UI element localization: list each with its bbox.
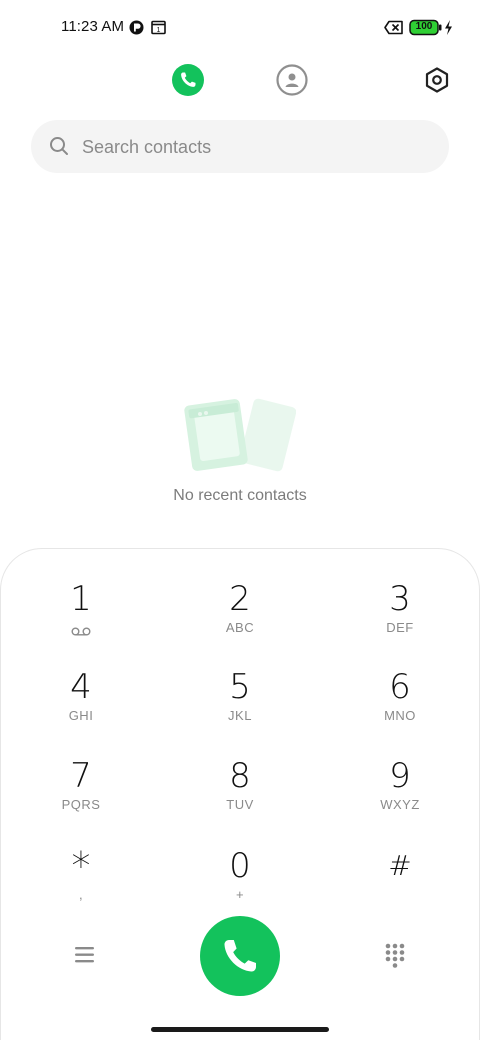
charging-icon	[444, 20, 453, 40]
key-letters: DEF	[386, 620, 414, 635]
status-time: 11:23 AM	[61, 18, 125, 35]
home-indicator[interactable]	[151, 1027, 329, 1032]
search-icon	[49, 136, 69, 161]
empty-contacts-illustration	[184, 396, 297, 479]
key-letters: JKL	[228, 708, 252, 723]
key-letters: MNO	[384, 708, 416, 723]
key-digit: 7	[70, 756, 92, 796]
pinwheel-icon	[129, 20, 144, 40]
key-digit: 8	[229, 756, 251, 796]
settings-button[interactable]	[420, 63, 454, 97]
key-2[interactable]: 2 ABC	[160, 579, 320, 667]
phone-icon	[172, 64, 204, 96]
status-bar: 11:23 AM 1 100	[0, 0, 480, 56]
key-digit: 5	[229, 667, 251, 707]
voicemail-icon	[71, 623, 91, 641]
key-6[interactable]: 6 MNO	[320, 667, 480, 755]
key-digit: 4	[70, 667, 92, 707]
key-digit: *	[71, 844, 91, 888]
person-icon	[276, 64, 308, 96]
key-digit: #	[388, 849, 412, 882]
key-letters: ,	[78, 887, 84, 902]
key-digit: 0	[229, 846, 251, 886]
key-8[interactable]: 8 TUV	[160, 756, 320, 844]
key-digit: 1	[70, 579, 92, 619]
key-digit: 6	[389, 667, 411, 707]
search-bar[interactable]: Search contacts	[31, 120, 449, 173]
battery-icon: 100	[409, 19, 443, 41]
battery-level: 100	[415, 21, 433, 32]
search-input[interactable]: Search contacts	[82, 137, 211, 158]
key-1[interactable]: 1	[1, 579, 161, 667]
tab-recents[interactable]	[171, 63, 205, 97]
key-digit: 9	[389, 756, 411, 796]
key-7[interactable]: 7 PQRS	[1, 756, 161, 844]
menu-button[interactable]	[72, 944, 98, 966]
key-letters: GHI	[68, 708, 94, 723]
calendar-icon: 1	[151, 20, 166, 40]
key-letters: PQRS	[61, 797, 101, 812]
tab-contacts[interactable]	[275, 63, 309, 97]
top-nav	[0, 60, 480, 102]
menu-icon	[75, 947, 94, 963]
phone-icon	[224, 940, 256, 972]
key-letters: TUV	[226, 797, 254, 812]
empty-state: No recent contacts	[0, 396, 480, 516]
gear-icon	[425, 67, 449, 93]
key-3[interactable]: 3 DEF	[320, 579, 480, 667]
key-5[interactable]: 5 JKL	[160, 667, 320, 755]
key-4[interactable]: 4 GHI	[1, 667, 161, 755]
call-button[interactable]	[200, 916, 280, 996]
sim-off-icon	[384, 20, 404, 40]
key-9[interactable]: 9 WXYZ	[320, 756, 480, 844]
key-letters: ABC	[225, 620, 255, 635]
key-digit: 2	[229, 579, 251, 619]
svg-text:1: 1	[157, 27, 161, 34]
key-letters: +	[235, 887, 245, 902]
key-letters: WXYZ	[380, 797, 420, 812]
empty-state-message: No recent contacts	[173, 487, 307, 504]
dialpad-icon	[385, 943, 405, 968]
bottom-actions	[0, 914, 480, 998]
keypad-toggle-button[interactable]	[384, 942, 406, 970]
key-digit: 3	[389, 579, 411, 619]
